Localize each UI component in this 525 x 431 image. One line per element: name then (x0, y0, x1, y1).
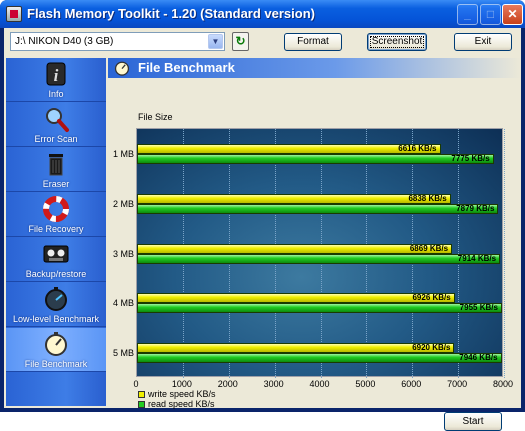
x-tick-label: 4000 (309, 379, 330, 389)
y-axis-label: File Size (138, 112, 173, 122)
read-speed-bar: 7946 KB/s (137, 353, 502, 364)
bar-value-label: 6616 KB/s (398, 144, 437, 153)
exit-button[interactable]: Exit (454, 33, 512, 51)
legend-swatch-write (138, 391, 145, 398)
read-speed-bar: 7775 KB/s (137, 154, 494, 164)
x-tick-label: 6000 (401, 379, 422, 389)
write-speed-bar: 6838 KB/s (137, 193, 451, 204)
stopwatch-icon (45, 287, 67, 311)
legend-label-write: write speed KB/s (148, 389, 216, 399)
magnifier-icon (46, 108, 69, 132)
x-tick-label: 3000 (263, 379, 284, 389)
sidebar-item-file-benchmark[interactable]: File Benchmark (6, 328, 106, 372)
panel-title: File Benchmark (138, 60, 235, 75)
category-label: 5 MB (112, 348, 134, 359)
refresh-button[interactable]: ↻ (232, 32, 249, 51)
app-window: Flash Memory Toolkit - 1.20 (Standard ve… (0, 0, 525, 431)
write-speed-bar: 6869 KB/s (137, 243, 453, 254)
svg-text:i: i (54, 66, 59, 85)
sidebar-item-low-level-benchmark[interactable]: Low-level Benchmark (6, 283, 106, 327)
app-icon[interactable] (6, 6, 22, 22)
refresh-icon: ↻ (235, 34, 246, 48)
category-label: 4 MB (112, 298, 134, 309)
legend-label-read: read speed KB/s (148, 399, 215, 409)
window-title: Flash Memory Toolkit - 1.20 (Standard ve… (27, 6, 315, 21)
sidebar-item-label: Error Scan (34, 134, 78, 144)
close-button[interactable]: ✕ (502, 4, 523, 25)
sidebar-item-label: File Recovery (28, 224, 84, 234)
sidebar-item-label: Eraser (42, 179, 70, 189)
sidebar-item-label: Backup/restore (25, 269, 87, 279)
toolbar: J:\ NIKON D40 (3 GB) ▼ ↻ Format Screensh… (4, 28, 521, 58)
bar-value-label: 7955 KB/s (459, 303, 498, 313)
tape-icon (43, 245, 69, 263)
trash-icon (49, 154, 63, 176)
write-speed-bar: 6616 KB/s (137, 144, 441, 154)
sidebar-item-backup-restore[interactable]: Backup/restore (6, 238, 106, 282)
bar-value-label: 7914 KB/s (457, 253, 497, 263)
format-button[interactable]: Format (284, 33, 342, 51)
read-speed-bar: 7914 KB/s (137, 253, 501, 264)
category-label: 3 MB (112, 248, 134, 259)
legend-item-read: read speed KB/s (138, 399, 215, 409)
x-tick-label: 5000 (355, 379, 376, 389)
drive-select[interactable]: J:\ NIKON D40 (3 GB) ▼ (10, 32, 225, 51)
main-panel: File Benchmark File Size 6616 KB/s 7775 K… (108, 58, 521, 431)
write-speed-bar: 6926 KB/s (137, 293, 455, 304)
info-icon: i (46, 62, 66, 86)
legend-item-write: write speed KB/s (138, 389, 216, 399)
sidebar-item-error-scan[interactable]: Error Scan (6, 103, 106, 147)
plot-area: 6616 KB/s 7775 KB/s 6838 KB/s 7879 KB/s 6869… (136, 128, 505, 378)
drive-select-value: J:\ NIKON D40 (3 GB) (15, 36, 114, 47)
x-tick-label: 2000 (217, 379, 238, 389)
sidebar: i Info Error Scan Eraser File Recovery B… (6, 58, 106, 406)
sidebar-item-label: Info (48, 89, 64, 99)
sidebar-item-label: Low-level Benchmark (12, 314, 100, 324)
read-speed-bar: 7955 KB/s (137, 303, 502, 314)
bar-value-label: 6869 KB/s (409, 243, 449, 253)
client-area: J:\ NIKON D40 (3 GB) ▼ ↻ Format Screensh… (4, 28, 521, 431)
lifebuoy-icon (43, 196, 69, 222)
bar-value-label: 7879 KB/s (456, 203, 495, 213)
bar-value-label: 7775 KB/s (451, 154, 490, 163)
screenshot-button[interactable]: Screenshot (367, 33, 427, 51)
category-label: 2 MB (112, 198, 134, 209)
read-speed-bar: 7879 KB/s (137, 203, 499, 214)
chevron-down-icon[interactable]: ▼ (208, 34, 223, 49)
sidebar-item-info[interactable]: i Info (6, 58, 106, 102)
sidebar-item-eraser[interactable]: Eraser (6, 148, 106, 192)
bar-value-label: 6920 KB/s (412, 343, 451, 353)
stopwatch-icon (114, 61, 130, 76)
bar-value-label: 6926 KB/s (412, 293, 451, 303)
bar-value-label: 6838 KB/s (408, 193, 447, 203)
x-tick-label: 0 (133, 379, 139, 389)
stopwatch-icon (45, 332, 67, 356)
title-bar[interactable]: Flash Memory Toolkit - 1.20 (Standard ve… (0, 0, 525, 28)
category-label: 1 MB (112, 149, 134, 159)
panel-header: File Benchmark (108, 58, 521, 78)
maximize-button[interactable]: □ (480, 4, 501, 25)
x-tick-label: 1000 (171, 379, 192, 389)
legend-swatch-read (138, 401, 145, 408)
sidebar-item-label: File Benchmark (24, 359, 88, 369)
gridline (504, 129, 505, 378)
bar-value-label: 7946 KB/s (459, 353, 498, 363)
write-speed-bar: 6920 KB/s (137, 343, 455, 354)
minimize-button[interactable]: _ (457, 4, 478, 25)
x-tick-label: 8000 (492, 379, 514, 389)
x-tick-label: 7000 (447, 379, 468, 389)
start-button[interactable]: Start (444, 412, 502, 431)
sidebar-item-file-recovery[interactable]: File Recovery (6, 193, 106, 237)
